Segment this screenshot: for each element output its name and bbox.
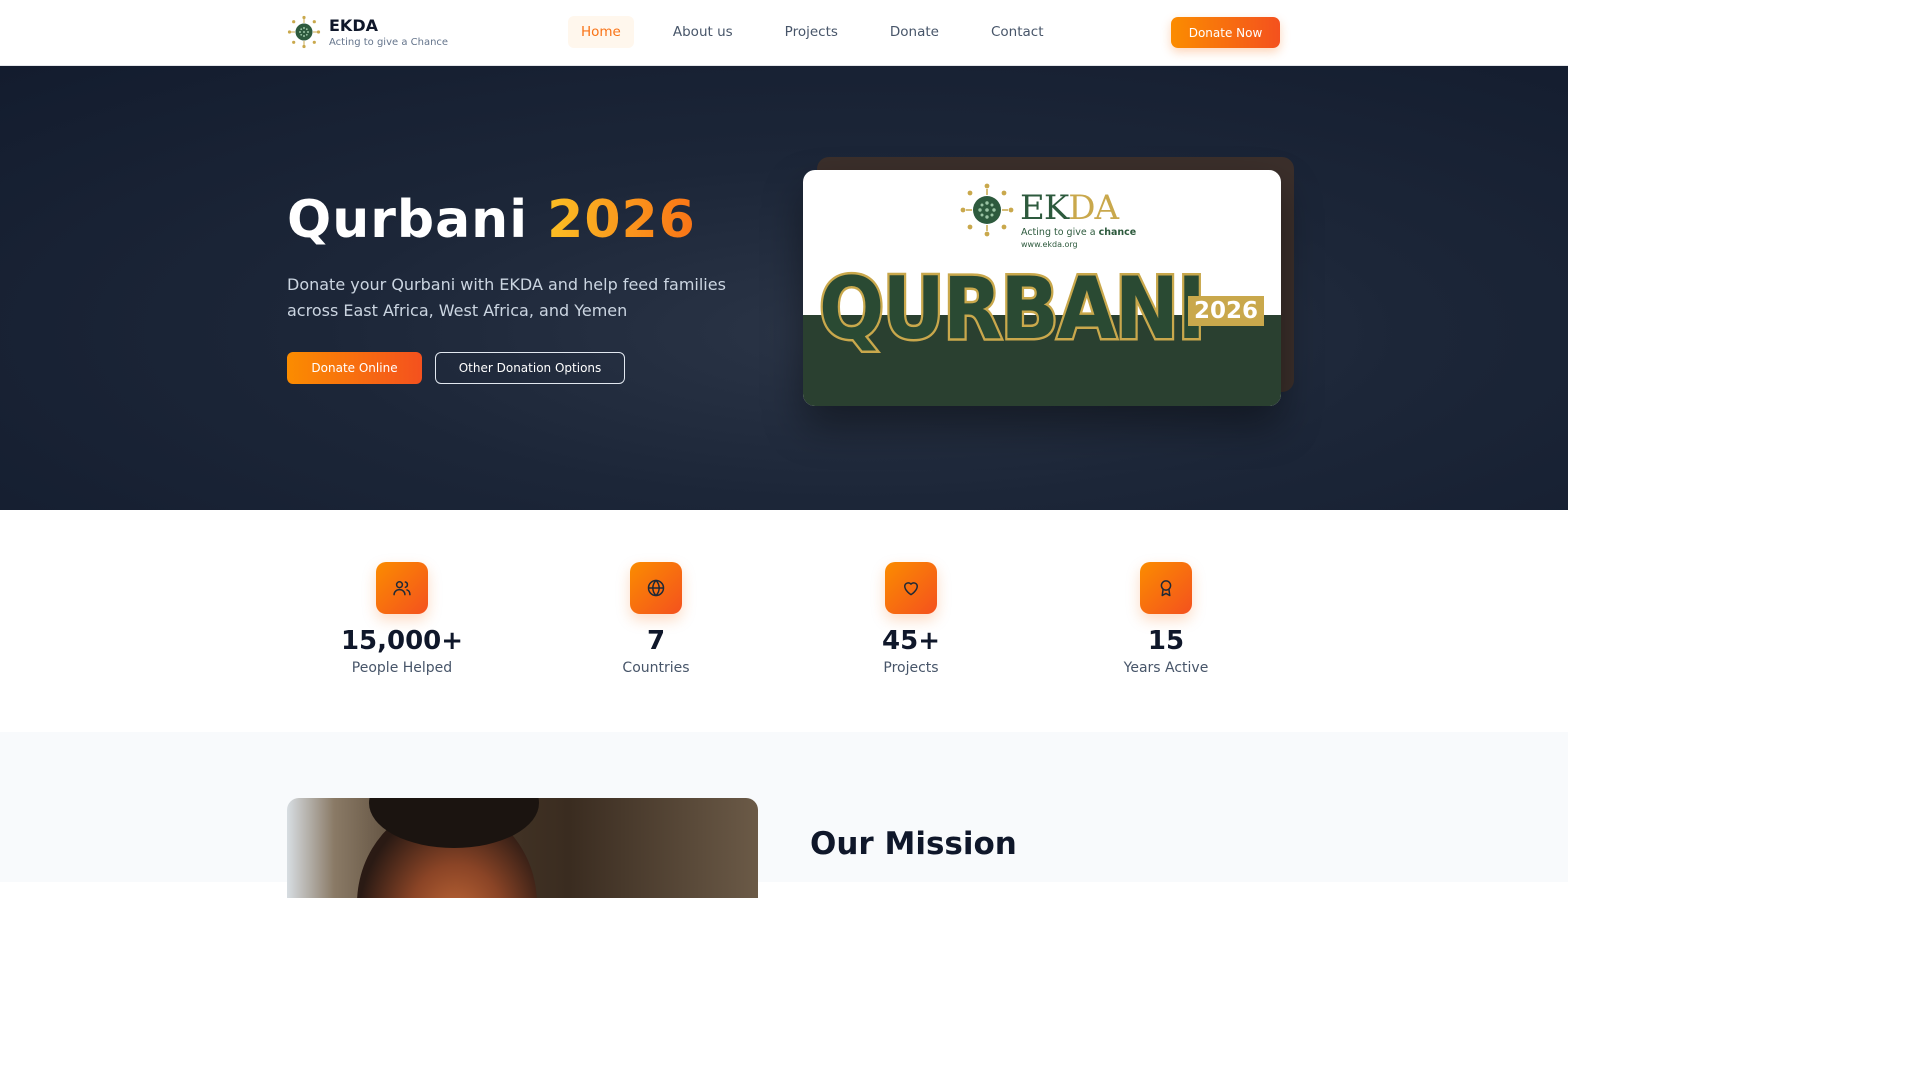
stat-people-helped: 15,000+ People Helped: [302, 562, 502, 676]
poster-tagline-bold: chance: [1098, 227, 1137, 238]
poster-year-badge: 2026: [1188, 296, 1265, 326]
stat-value: 7: [646, 626, 666, 656]
stat-label: Projects: [883, 660, 939, 676]
nav-link-contact[interactable]: Contact: [978, 16, 1057, 48]
stat-countries: 7 Countries: [556, 562, 756, 676]
poster-headline: QURBANI: [817, 260, 1209, 360]
hero-title: Qurbani 2026: [287, 190, 696, 250]
brand[interactable]: EKDA Acting to give a Chance: [287, 15, 448, 49]
stat-label: People Helped: [351, 660, 453, 676]
stat-value: 15: [1147, 626, 1185, 656]
poster-tagline: Acting to give a chance: [1021, 227, 1136, 238]
hero-section: Qurbani 2026 Donate your Qurbani with EK…: [0, 66, 1568, 510]
nav-links: Home About us Projects Donate Contact: [568, 16, 1083, 68]
poster-brand: EKDA: [1020, 188, 1119, 228]
mission-section: Our Mission: [0, 732, 1568, 898]
qurbani-poster: EKDA Acting to give a chance www.ekda.or…: [803, 170, 1281, 406]
stat-years-active: 15 Years Active: [1066, 562, 1266, 676]
hero-subtitle: Donate your Qurbani with EKDA and help f…: [287, 275, 726, 320]
poster-brand-gold: DA: [1068, 188, 1119, 228]
poster-tagline-prefix: Acting to give a: [1021, 227, 1096, 238]
heart-icon: [885, 562, 937, 614]
stat-label: Countries: [622, 660, 690, 676]
nav-link-donate[interactable]: Donate: [877, 16, 952, 48]
ekda-logo-icon: [287, 15, 321, 49]
mission-photo: [287, 798, 758, 898]
stat-label: Years Active: [1123, 660, 1209, 676]
stats-section: 15,000+ People Helped 7 Countries 45+ Pr…: [0, 510, 1568, 732]
brand-tagline: Acting to give a Chance: [329, 36, 449, 48]
stat-projects: 45+ Projects: [811, 562, 1011, 676]
award-icon: [1140, 562, 1192, 614]
stat-value: 45+: [882, 626, 940, 656]
other-donation-options-button[interactable]: Other Donation Options: [435, 352, 625, 384]
ekda-logo-icon: [960, 183, 1014, 237]
donate-now-button[interactable]: Donate Now: [1171, 17, 1280, 48]
nav-link-about[interactable]: About us: [660, 16, 746, 48]
poster-brand-green: EK: [1020, 188, 1069, 228]
poster-headline-text: QURBANI: [819, 260, 1204, 359]
top-navbar: EKDA Acting to give a Chance Home About …: [0, 0, 1568, 68]
stat-value: 15,000+: [340, 626, 464, 656]
hero-title-year: 2026: [547, 190, 696, 250]
globe-icon: [630, 562, 682, 614]
poster-url: www.ekda.org: [1021, 240, 1078, 249]
brand-name: EKDA: [329, 15, 378, 35]
hero-title-text: Qurbani: [287, 190, 529, 250]
users-icon: [376, 562, 428, 614]
donate-online-button[interactable]: Donate Online: [287, 352, 422, 384]
nav-link-home[interactable]: Home: [568, 16, 634, 68]
mission-title: Our Mission: [810, 826, 1017, 862]
nav-link-projects[interactable]: Projects: [772, 16, 851, 48]
